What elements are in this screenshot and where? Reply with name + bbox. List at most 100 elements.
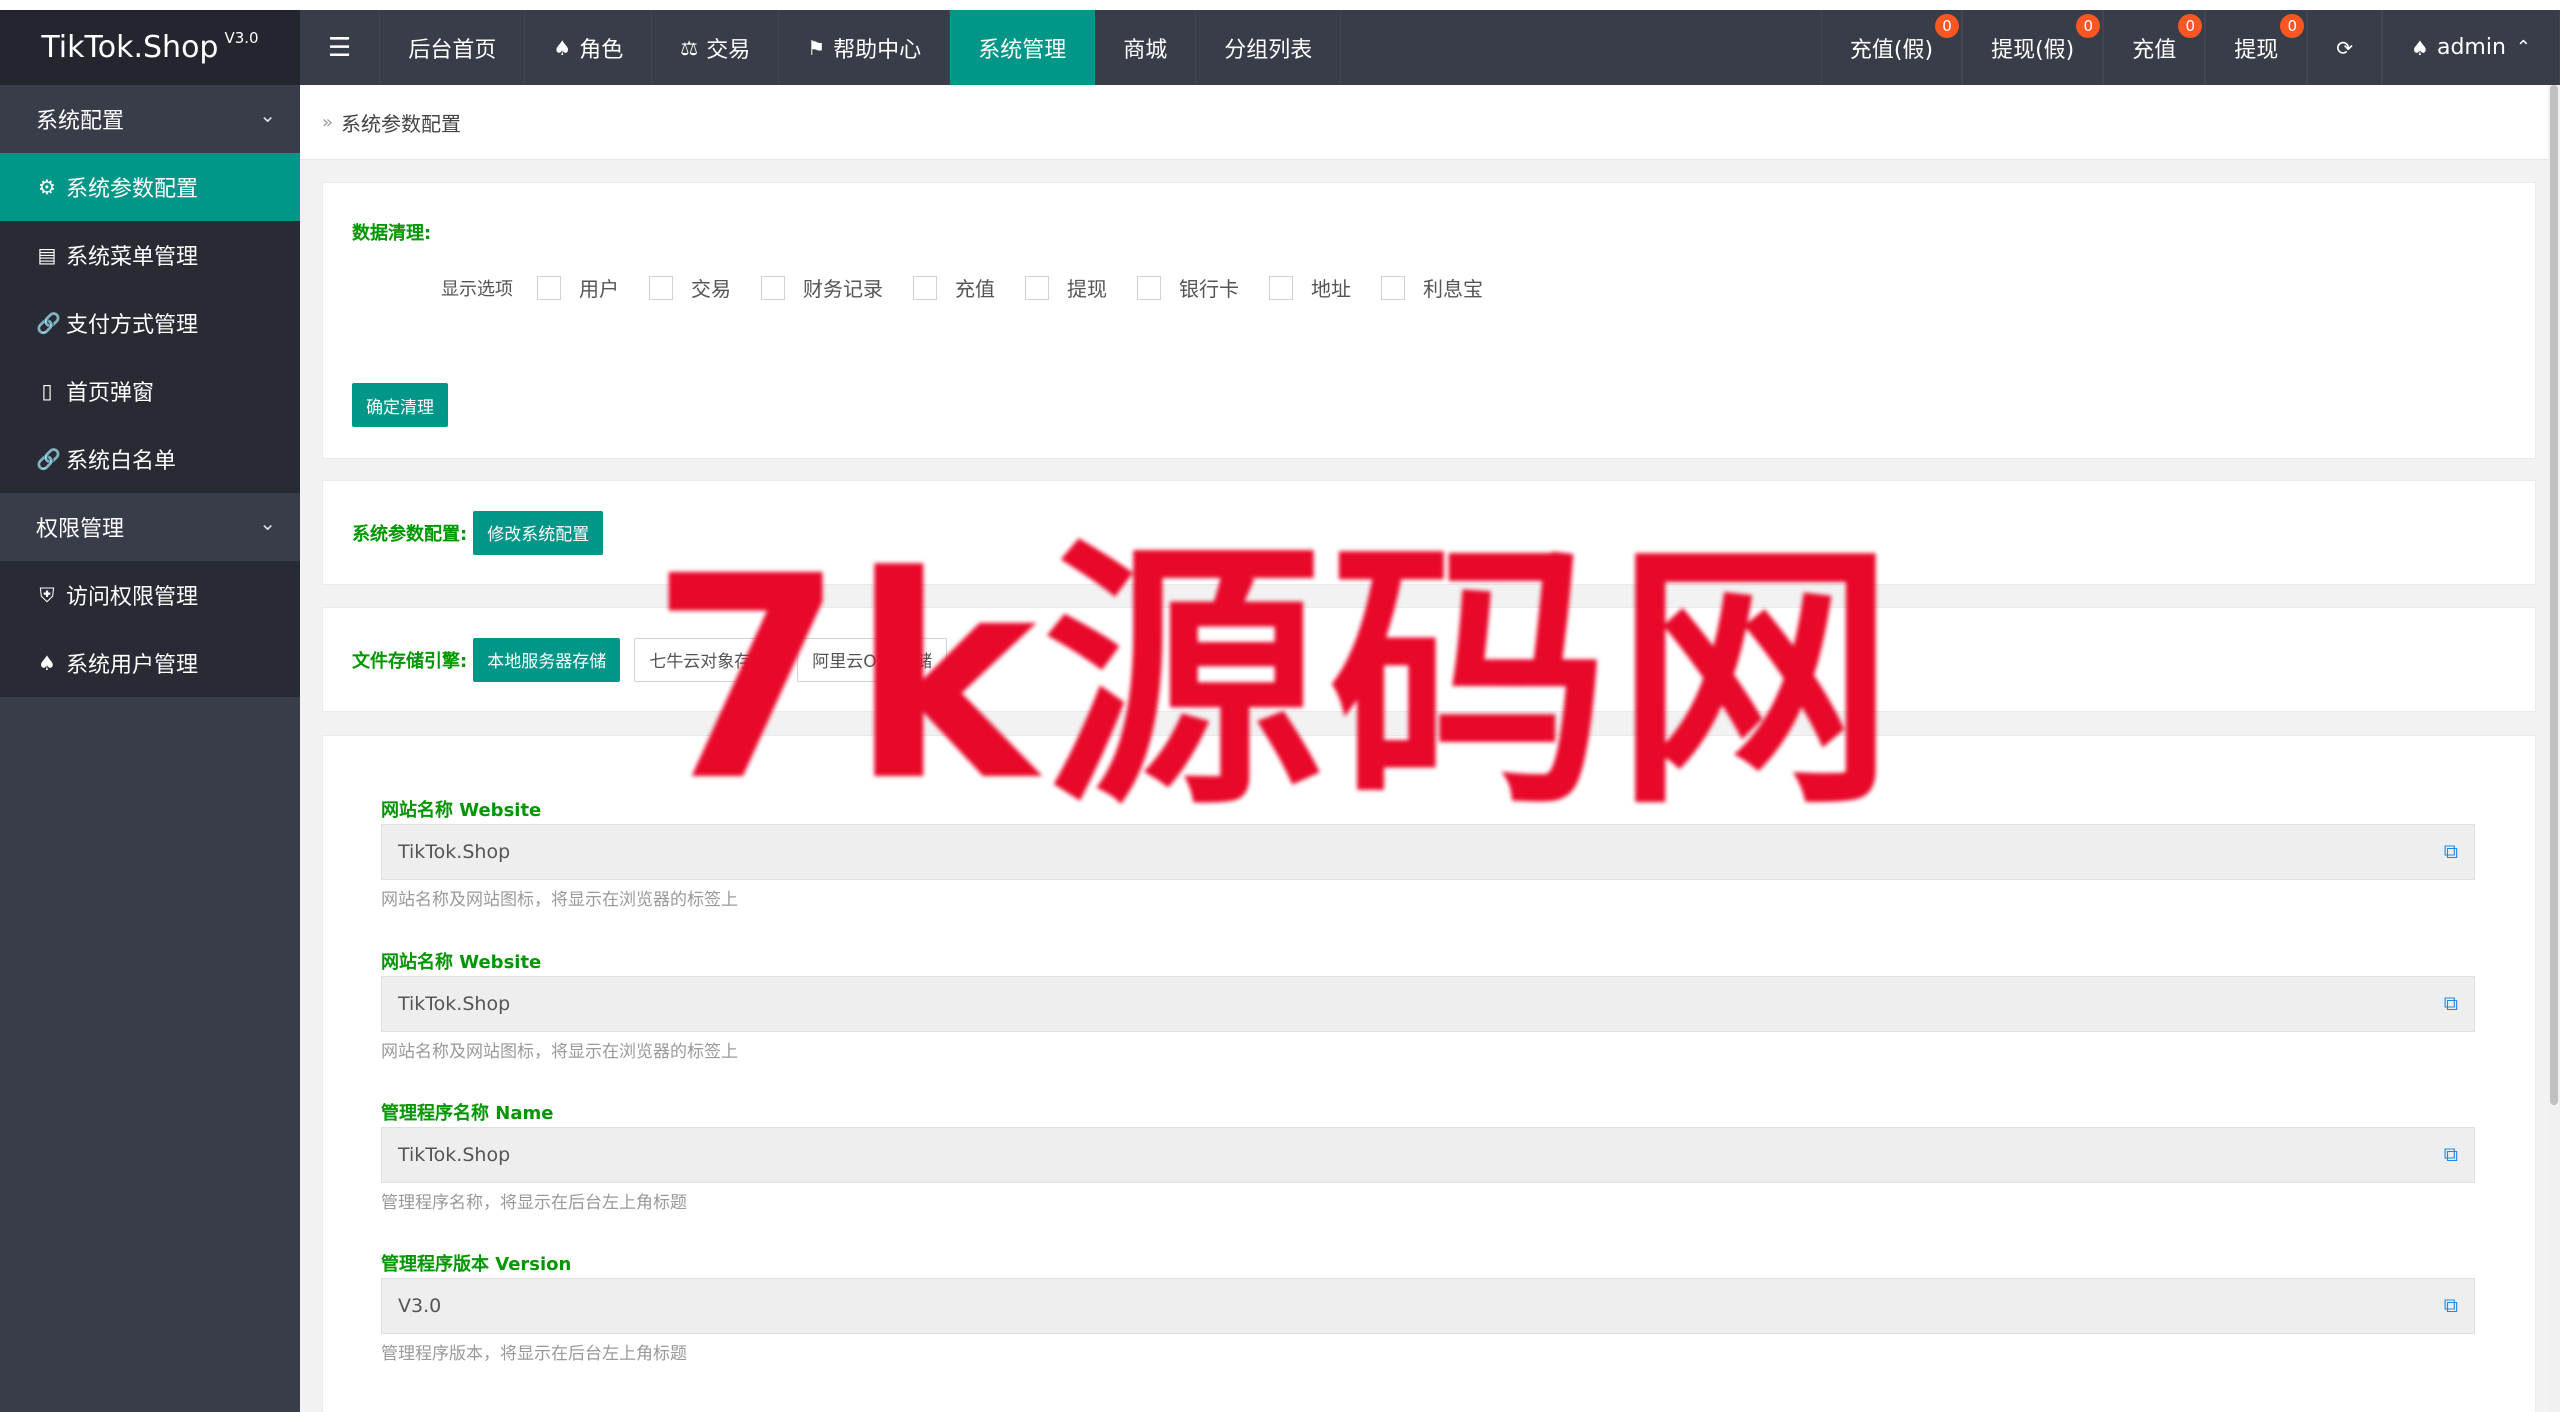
field-help: 网站名称及网站图标，将显示在浏览器的标签上: [381, 1041, 738, 1062]
checkbox-bankcard[interactable]: [1137, 275, 1161, 300]
chevron-down-icon: ⌄: [259, 103, 276, 127]
sidebar: 系统配置 ⌄ ⚙ 系统参数配置 ▤ 系统菜单管理 🔗 支付方式管理 ▯ 首页弹窗 🔗 系统…: [0, 85, 300, 1412]
nav-item-groups[interactable]: 分组列表: [1196, 10, 1342, 85]
sidebar-list-permission: ⛨ 访问权限管理 ♠ 系统用户管理: [0, 561, 300, 697]
menu-icon: ☰: [328, 32, 352, 63]
field-help: 管理程序名称，将显示在后台左上角标题: [381, 1192, 687, 1213]
app-logo[interactable]: TikTok.Shop V3.0: [0, 10, 300, 85]
nav-item-help[interactable]: ⚑ 帮助中心: [779, 10, 951, 85]
checkbox-address[interactable]: [1269, 275, 1293, 300]
double-chevron-icon: »: [322, 111, 334, 133]
field-website-2: 网站名称 Website TikTok.Shop ⧉ 网站名称及网站图标，将显示…: [381, 946, 2475, 1066]
sidebar-list-system-config: ⚙ 系统参数配置 ▤ 系统菜单管理 🔗 支付方式管理 ▯ 首页弹窗 🔗 系统白名单: [0, 153, 300, 493]
sidebar-group-permission[interactable]: 权限管理 ⌄: [0, 493, 300, 561]
field-label: 网站名称 Website: [381, 952, 542, 973]
fields-card: 网站名称 Website TikTok.Shop ⧉ 网站名称及网站图标，将显示…: [322, 735, 2536, 1412]
user-icon: ♠: [38, 651, 56, 675]
app-version-input[interactable]: V3.0 ⧉: [381, 1278, 2475, 1334]
copy-icon[interactable]: ⧉: [2444, 1142, 2458, 1166]
field-help: 网站名称及网站图标，将显示在浏览器的标签上: [381, 889, 738, 910]
link-icon: 🔗: [36, 311, 61, 335]
sidebar-item-system-params[interactable]: ⚙ 系统参数配置: [0, 153, 300, 221]
checkbox-interest[interactable]: [1381, 275, 1405, 300]
nav-item-trade[interactable]: ⚖ 交易: [652, 10, 780, 85]
copy-icon[interactable]: ⧉: [2444, 991, 2458, 1015]
main-content: » 系统参数配置 数据清理: 显示选项 用户 交易 财务记录 充值 提现 银行卡…: [300, 85, 2548, 1412]
nav-fake-withdraw[interactable]: 提现(假) 0: [1962, 10, 2104, 85]
app-title: TikTok.Shop: [41, 30, 219, 65]
nav-item-mall[interactable]: 商城: [1095, 10, 1197, 85]
user-name: admin: [2436, 35, 2506, 60]
field-help: 管理程序版本，将显示在后台左上角标题: [381, 1343, 687, 1364]
storage-local-button[interactable]: 本地服务器存储: [473, 637, 621, 682]
breadcrumb: » 系统参数配置: [300, 85, 2548, 160]
checkbox-user[interactable]: [537, 275, 561, 300]
storage-aliyun-button[interactable]: 阿里云OSS存储: [797, 637, 948, 682]
data-clean-card: 数据清理: 显示选项 用户 交易 财务记录 充值 提现 银行卡 地址 利息宝 确…: [322, 182, 2536, 459]
refresh-icon: ⟳: [2336, 35, 2354, 60]
field-app-version: 管理程序版本 Version V3.0 ⧉ 管理程序版本，将显示在后台左上角标题: [381, 1248, 2475, 1368]
app-name-input[interactable]: TikTok.Shop ⧉: [381, 1127, 2475, 1183]
user-icon: ♠: [2411, 35, 2429, 60]
checkbox-trade[interactable]: [649, 275, 673, 300]
count-badge: 0: [2280, 14, 2305, 38]
sidebar-item-menu-manage[interactable]: ▤ 系统菜单管理: [0, 221, 300, 289]
gear-icon: ⚙: [38, 175, 56, 199]
storage-card: 文件存储引擎: 本地服务器存储 七牛云对象存储 阿里云OSS存储: [322, 607, 2536, 712]
app-version: V3.0: [224, 28, 259, 47]
scrollbar-thumb[interactable]: [2550, 85, 2558, 1105]
sys-config-title: 系统参数配置:: [352, 523, 468, 545]
nav-recharge[interactable]: 充值 0: [2103, 10, 2206, 85]
top-nav: ☰ 后台首页 ♠ 角色 ⚖ 交易 ⚑ 帮助中心 系统管理 商城 分组列表 充值(假) 0…: [300, 10, 2560, 85]
sidebar-item-payment[interactable]: 🔗 支付方式管理: [0, 289, 300, 357]
checkbox-recharge[interactable]: [913, 275, 937, 300]
copy-icon[interactable]: ⧉: [2444, 1293, 2458, 1317]
phone-icon: ▯: [41, 379, 53, 403]
page-scrollbar[interactable]: [2548, 85, 2560, 1412]
nav-item-role[interactable]: ♠ 角色: [525, 10, 653, 85]
field-label: 管理程序版本 Version: [381, 1254, 572, 1275]
user-icon: ♠: [553, 35, 572, 60]
chevron-up-icon: ⌃: [2515, 37, 2531, 58]
shield-icon: ⛨: [39, 583, 55, 607]
field-website-1: 网站名称 Website TikTok.Shop ⧉ 网站名称及网站图标，将显示…: [381, 794, 2475, 914]
edit-sys-config-button[interactable]: 修改系统配置: [473, 510, 604, 555]
scale-icon: ⚖: [680, 35, 699, 60]
website-input[interactable]: TikTok.Shop ⧉: [381, 976, 2475, 1032]
nav-fake-recharge[interactable]: 充值(假) 0: [1820, 10, 1963, 85]
field-app-name: 管理程序名称 Name TikTok.Shop ⧉ 管理程序名称，将显示在后台左…: [381, 1097, 2475, 1217]
count-badge: 0: [2178, 14, 2203, 38]
count-badge: 0: [2076, 14, 2101, 38]
sys-config-card: 系统参数配置: 修改系统配置: [322, 480, 2536, 585]
display-options-label: 显示选项: [441, 278, 513, 300]
copy-icon[interactable]: ⧉: [2444, 839, 2458, 863]
nav-withdraw[interactable]: 提现 0: [2205, 10, 2308, 85]
nav-item-home[interactable]: 后台首页: [380, 10, 526, 85]
flag-icon: ⚑: [807, 35, 826, 60]
user-menu[interactable]: ♠ admin ⌃: [2382, 10, 2560, 85]
nav-right: 充值(假) 0 提现(假) 0 充值 0 提现 0 ⟳ ♠ admin ⌃: [1820, 10, 2560, 85]
field-label: 网站名称 Website: [381, 800, 542, 821]
storage-qiniu-button[interactable]: 七牛云对象存储: [634, 637, 784, 682]
sidebar-item-home-popup[interactable]: ▯ 首页弹窗: [0, 357, 300, 425]
top-strip: [0, 0, 2560, 10]
calendar-icon: ▤: [37, 243, 57, 267]
storage-title: 文件存储引擎:: [352, 650, 468, 672]
confirm-clean-button[interactable]: 确定清理: [352, 383, 448, 427]
field-label: 管理程序名称 Name: [381, 1103, 554, 1124]
website-input[interactable]: TikTok.Shop ⧉: [381, 824, 2475, 880]
top-header: TikTok.Shop V3.0 ☰ 后台首页 ♠ 角色 ⚖ 交易 ⚑ 帮助中心 系统管…: [0, 10, 2560, 85]
menu-toggle-button[interactable]: ☰: [300, 10, 381, 85]
checkbox-finance[interactable]: [761, 275, 785, 300]
sidebar-item-system-users[interactable]: ♠ 系统用户管理: [0, 629, 300, 697]
data-clean-options: 显示选项 用户 交易 财务记录 充值 提现 银行卡 地址 利息宝: [441, 273, 1513, 302]
checkbox-withdraw[interactable]: [1025, 275, 1049, 300]
link-icon: 🔗: [36, 447, 61, 471]
chevron-down-icon: ⌄: [259, 511, 276, 535]
sidebar-group-system-config[interactable]: 系统配置 ⌄: [0, 85, 300, 153]
refresh-button[interactable]: ⟳: [2307, 10, 2383, 85]
nav-item-system[interactable]: 系统管理: [950, 10, 1096, 85]
sidebar-item-access-rights[interactable]: ⛨ 访问权限管理: [0, 561, 300, 629]
breadcrumb-current: 系统参数配置: [341, 111, 462, 136]
sidebar-item-whitelist[interactable]: 🔗 系统白名单: [0, 425, 300, 493]
